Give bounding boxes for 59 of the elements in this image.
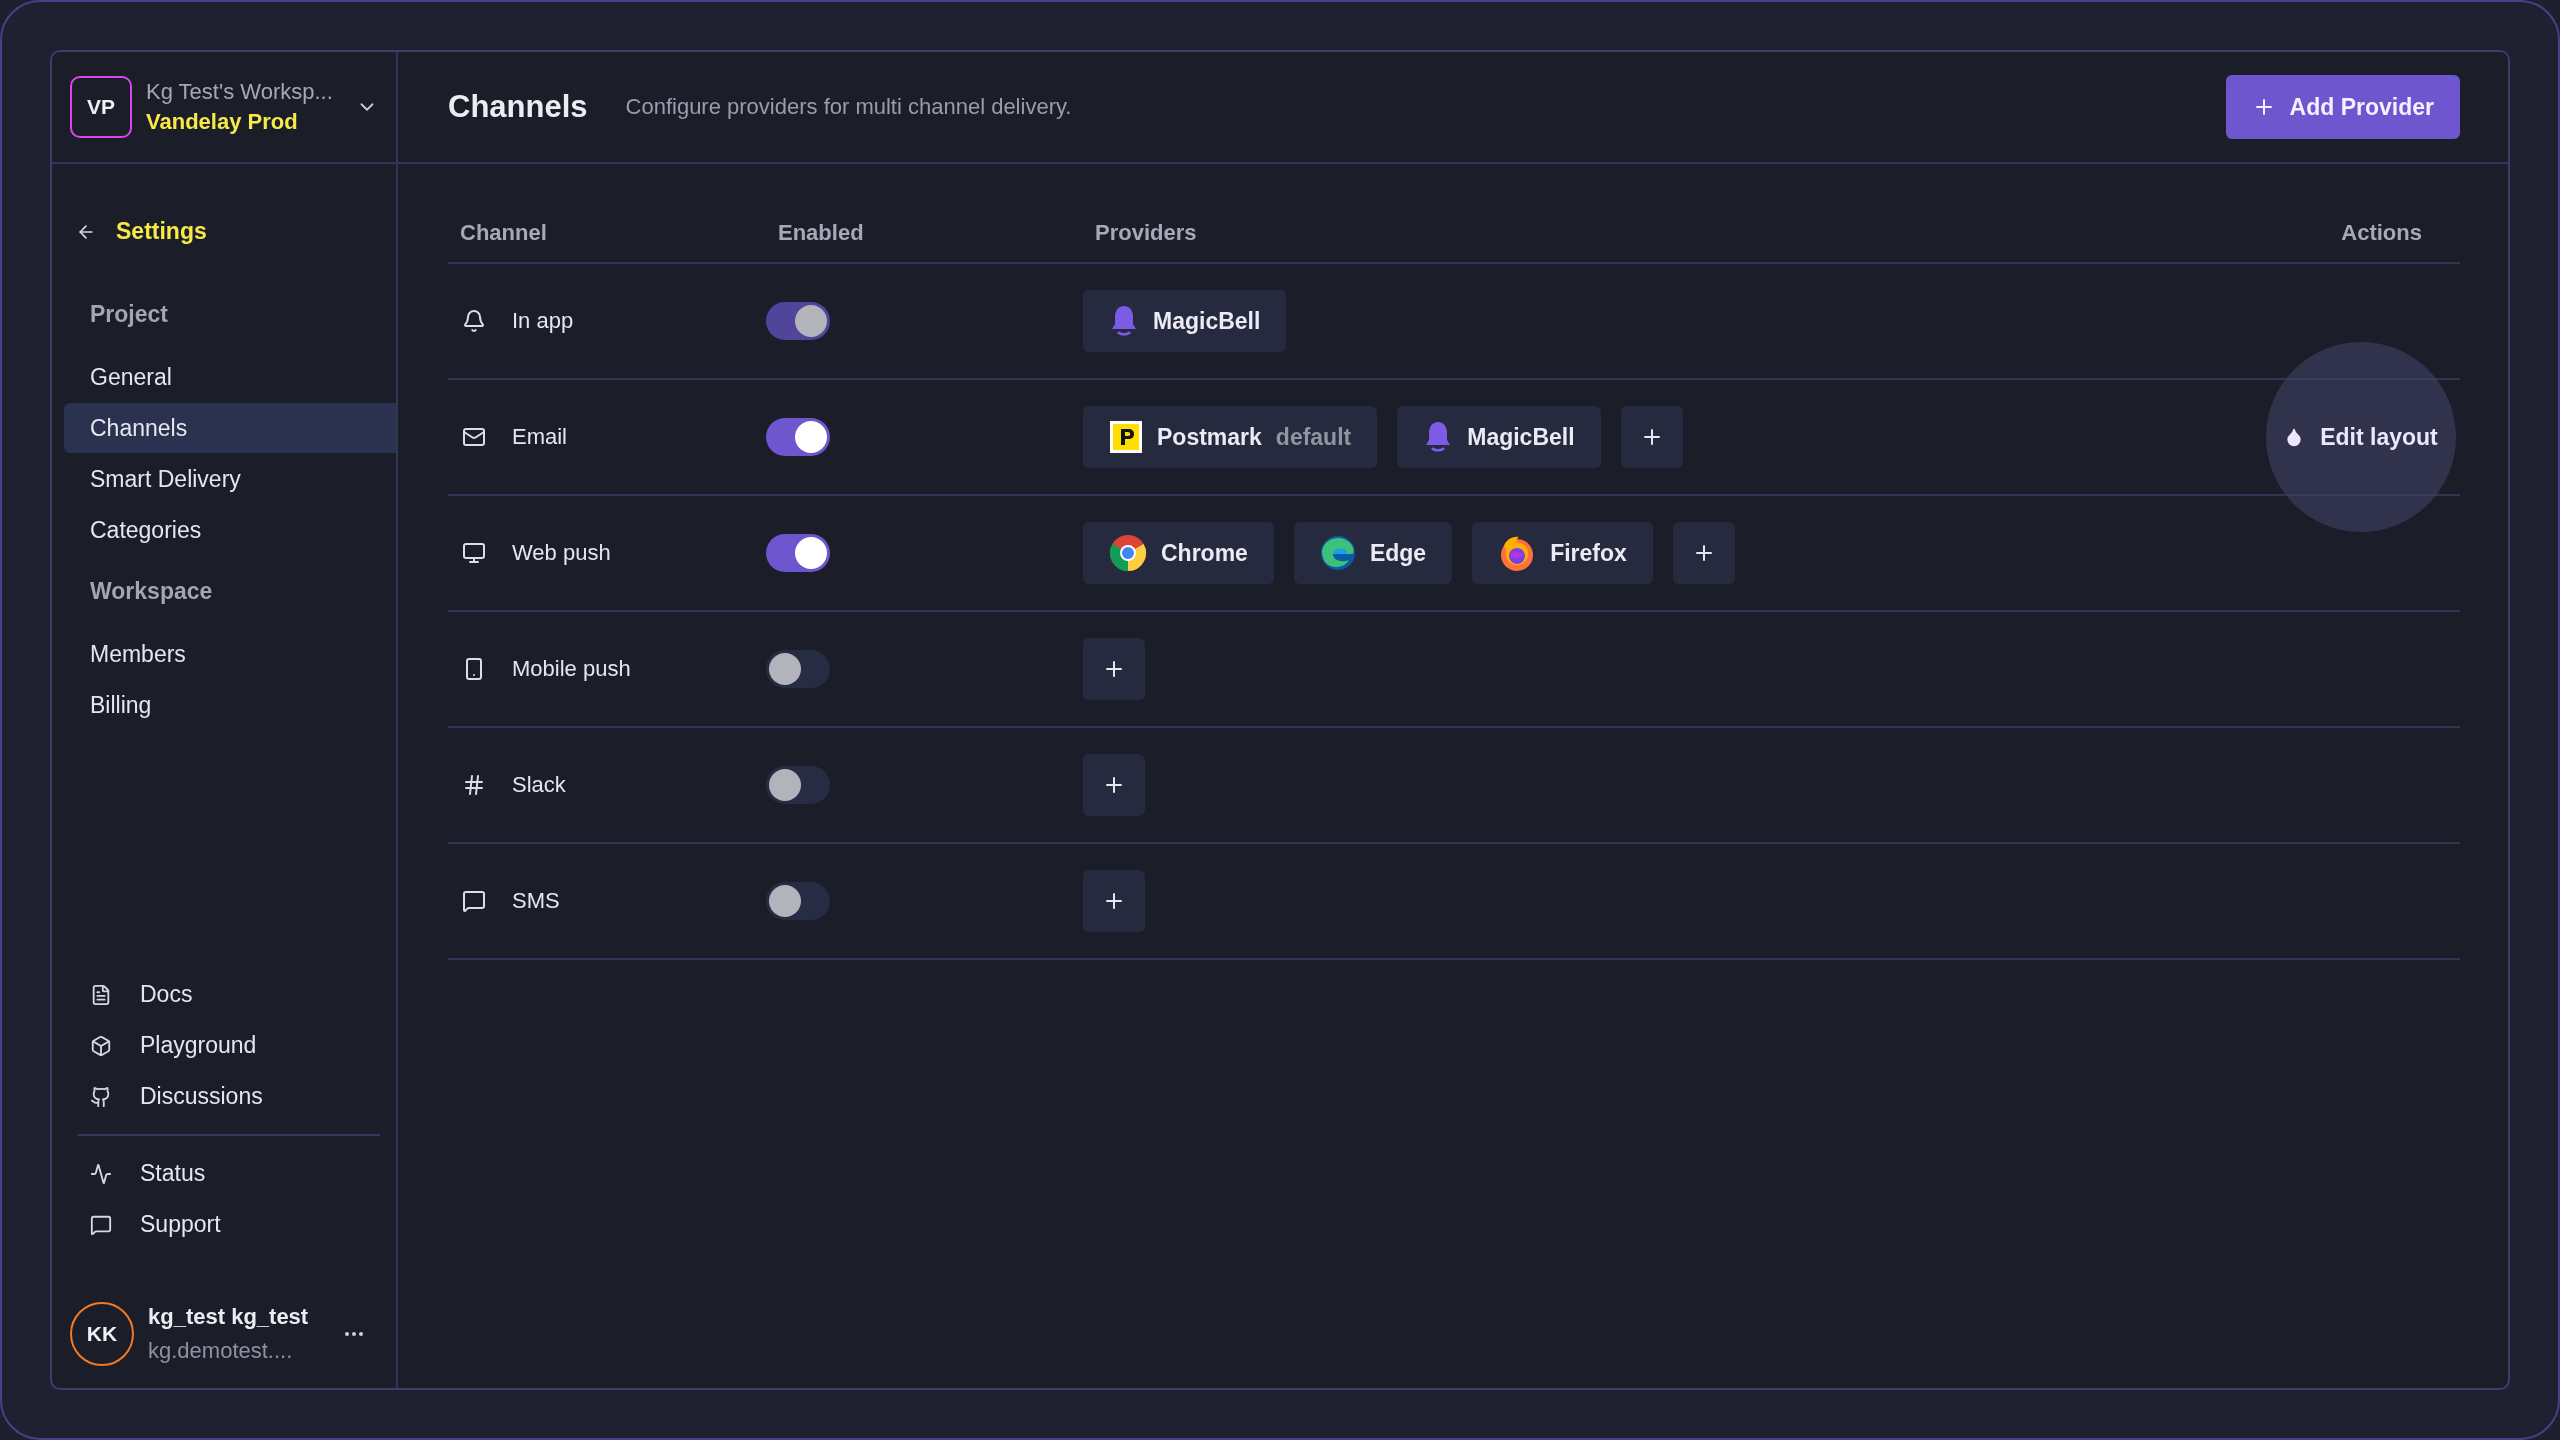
channel-name: Email bbox=[512, 424, 567, 450]
page-description: Configure providers for multi channel delivery. bbox=[625, 94, 1073, 120]
section-title: Workspace bbox=[89, 578, 214, 605]
edit-layout-button[interactable]: Edit layout bbox=[2266, 342, 2456, 532]
sidebar-link[interactable]: Status bbox=[64, 1148, 396, 1199]
project-name: Vandelay Prod bbox=[146, 109, 299, 135]
channel-name: Slack bbox=[512, 772, 566, 798]
provider-chip[interactable]: Chrome bbox=[1083, 522, 1274, 584]
hash-icon bbox=[462, 773, 486, 797]
column-header: Channel bbox=[448, 220, 766, 264]
monitor-icon bbox=[462, 541, 486, 565]
toggle-switch[interactable] bbox=[766, 534, 830, 572]
provider-chip[interactable]: Postmark default bbox=[1083, 406, 1378, 468]
column-header: Providers bbox=[1083, 220, 2220, 264]
sidebar-link[interactable]: Support bbox=[64, 1199, 396, 1250]
chrome-logo-icon bbox=[1109, 534, 1147, 572]
channel-name: SMS bbox=[512, 888, 560, 914]
user-email: kg.demotest.... bbox=[148, 1337, 294, 1365]
sidebar-item[interactable]: Channels bbox=[64, 403, 396, 453]
chat-icon bbox=[90, 1213, 112, 1236]
channel-name: Mobile push bbox=[512, 656, 631, 682]
user-avatar: KK bbox=[70, 1302, 134, 1366]
provider-chip[interactable]: Edge bbox=[1293, 522, 1453, 584]
pulse-icon bbox=[90, 1162, 112, 1185]
chat-icon bbox=[462, 889, 486, 913]
workspace-avatar: VP bbox=[70, 76, 132, 138]
cube-icon bbox=[90, 1034, 112, 1057]
postmark-logo-icon bbox=[1109, 420, 1143, 454]
sidebar-item[interactable]: Billing bbox=[64, 680, 396, 730]
default-tag: default bbox=[1275, 423, 1352, 451]
sidebar-link[interactable]: Docs bbox=[64, 969, 396, 1020]
sidebar-item[interactable]: Smart Delivery bbox=[64, 454, 396, 504]
sidebar-link[interactable]: Playground bbox=[64, 1020, 396, 1071]
sidebar-link[interactable]: Discussions bbox=[64, 1071, 396, 1122]
mail-icon bbox=[462, 425, 486, 449]
user-name: kg_test kg_test bbox=[148, 1303, 310, 1332]
column-header: Enabled bbox=[766, 220, 1083, 264]
sidebar-item[interactable]: Members bbox=[64, 629, 396, 679]
add-provider-button[interactable]: Add Provider bbox=[2225, 75, 2460, 139]
column-header: Actions bbox=[2220, 220, 2460, 264]
bell-icon bbox=[462, 309, 486, 333]
sidebar-item[interactable]: General bbox=[64, 352, 396, 402]
toggle-switch[interactable] bbox=[766, 418, 830, 456]
bell-logo-icon bbox=[1109, 304, 1139, 338]
provider-chip[interactable]: MagicBell bbox=[1397, 406, 1601, 468]
section-title: Project bbox=[89, 301, 169, 328]
channel-name: Web push bbox=[512, 540, 611, 566]
github-icon bbox=[90, 1085, 112, 1108]
provider-chip[interactable]: Firefox bbox=[1472, 522, 1653, 584]
channel-name: In app bbox=[512, 308, 574, 334]
workspace-name: Kg Test's Worksp... bbox=[146, 79, 334, 105]
toggle-switch[interactable] bbox=[766, 882, 830, 920]
sidebar-item[interactable]: Categories bbox=[64, 505, 396, 555]
edge-logo-icon bbox=[1319, 535, 1356, 571]
settings-back-link[interactable]: Settings bbox=[64, 218, 396, 245]
document-icon bbox=[90, 983, 112, 1006]
page-title: Channels bbox=[448, 89, 588, 125]
toggle-switch[interactable] bbox=[766, 650, 830, 688]
toggle-switch[interactable] bbox=[766, 766, 830, 804]
